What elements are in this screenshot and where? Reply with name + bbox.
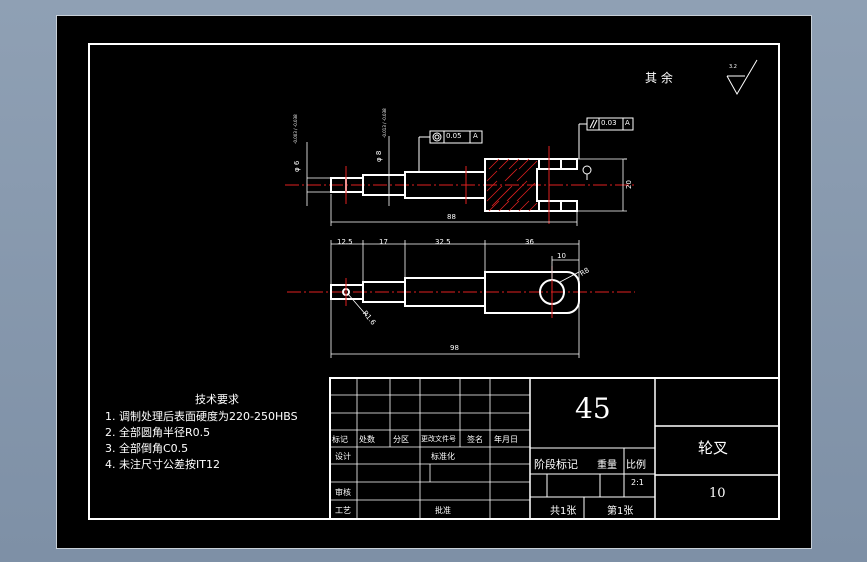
scale-value: 2:1 xyxy=(631,478,644,487)
dim-slot-height: 20 xyxy=(625,180,633,189)
total-sheets: 共1张 xyxy=(550,506,577,517)
parallelism-value: 0.03 xyxy=(601,119,617,127)
datum-marker xyxy=(582,165,592,175)
dim-d1: φ 6 xyxy=(293,160,301,172)
design-label: 设计 xyxy=(335,452,351,461)
col-signature: 签名 xyxy=(467,435,483,444)
drawing-number: 10 xyxy=(709,486,726,501)
parallelism-datum: A xyxy=(625,119,630,127)
dim-length-bottom: 98 xyxy=(450,344,459,352)
bottom-view xyxy=(287,240,635,358)
dim-d1-tol: -0.003 / -0.038 xyxy=(293,114,298,144)
material: 45 xyxy=(575,392,611,425)
stage-mark-label: 阶段标记 xyxy=(534,458,578,471)
drawing-sheet: 其 余 3.2 φ 6 -0.003 / -0.038 φ 8 -0.013 /… xyxy=(56,15,812,549)
dim-seg2: 17 xyxy=(379,238,388,246)
col-change-doc: 更改文件号 xyxy=(421,435,456,443)
dim-seg1: 12.5 xyxy=(337,238,353,246)
tech-item: 1. 调制处理后表面硬度为220-250HBS xyxy=(105,410,298,423)
review-label: 审核 xyxy=(335,488,351,497)
dim-length-top: 88 xyxy=(447,213,456,221)
surface-finish-value: 3.2 xyxy=(729,64,737,70)
surface-finish-label: 其 余 xyxy=(645,71,673,85)
col-date: 年月日 xyxy=(494,435,518,444)
weight-label: 重量 xyxy=(597,460,617,471)
inner-border xyxy=(88,43,780,520)
sheet-number: 第1张 xyxy=(607,506,634,517)
part-name: 轮叉 xyxy=(698,439,729,457)
process-label: 工艺 xyxy=(335,506,351,515)
col-zone: 分区 xyxy=(393,435,409,444)
tech-item: 2. 全部圆角半径R0.5 xyxy=(105,426,211,439)
dim-seg4: 36 xyxy=(525,238,534,246)
tech-item: 4. 未注尺寸公差按IT12 xyxy=(105,458,220,471)
col-mark: 标记 xyxy=(332,435,348,444)
standardize-label: 标准化 xyxy=(431,452,455,461)
col-count: 处数 xyxy=(359,435,375,444)
concentricity-datum: A xyxy=(473,132,478,140)
dim-seg3: 32.5 xyxy=(435,238,451,246)
dim-end-width: 10 xyxy=(557,252,566,260)
dim-d2: φ 8 xyxy=(375,150,383,162)
tech-item: 3. 全部倒角C0.5 xyxy=(105,442,189,455)
approve-label: 批准 xyxy=(435,506,451,515)
dim-d2-tol: -0.013 / -0.038 xyxy=(382,108,387,138)
scale-label: 比例 xyxy=(626,460,646,471)
tech-title: 技术要求 xyxy=(195,393,239,406)
concentricity-value: 0.05 xyxy=(446,132,462,140)
